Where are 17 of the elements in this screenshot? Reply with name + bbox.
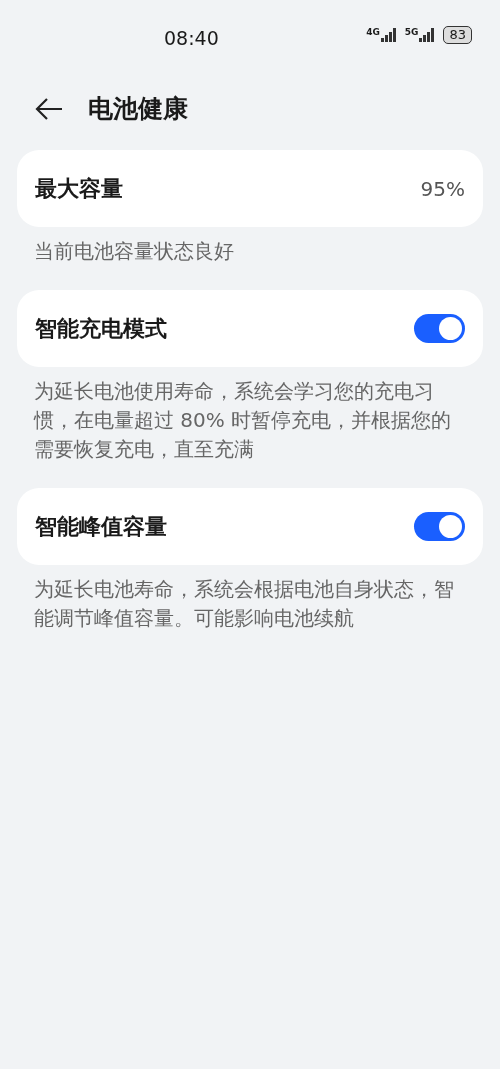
back-icon[interactable] [34, 97, 64, 121]
signal-icon [419, 28, 436, 42]
setting-description: 为延长电池使用寿命，系统会学习您的充电习惯，在电量超过 80% 时暂停充电，并根据您的需要恢复充电，直至充满 [32, 378, 453, 463]
toggle-switch[interactable] [414, 314, 465, 343]
setting-label: 智能峰值容量 [35, 513, 167, 541]
toggle-switch[interactable] [414, 512, 465, 541]
setting-label: 最大容量 [35, 175, 123, 203]
setting-description: 为延长电池寿命，系统会根据电池自身状态，智能调节峰值容量。可能影响电池续航 [33, 576, 455, 632]
status-time: 08:40 [164, 26, 219, 51]
setting-description: 当前电池容量状态良好 [33, 238, 235, 265]
page-title: 电池健康 [88, 93, 188, 126]
network-label: 5G [404, 28, 419, 37]
battery-level: 83 [443, 26, 472, 44]
network-label: 4G [366, 28, 380, 37]
setting-value: 95% [420, 175, 465, 203]
setting-label: 智能充电模式 [35, 315, 167, 343]
signal-icon [380, 28, 397, 42]
